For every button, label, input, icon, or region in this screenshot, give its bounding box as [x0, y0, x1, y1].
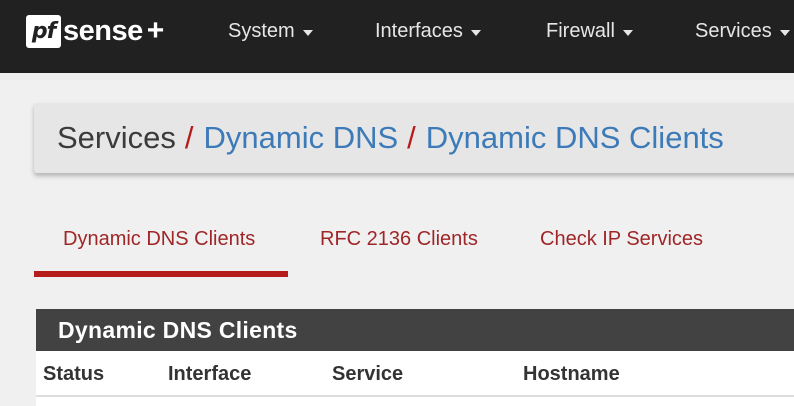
pfsense-logo[interactable]: pf sense +: [26, 12, 164, 50]
logo-text: sense: [63, 14, 143, 47]
nav-label: Firewall: [546, 20, 615, 42]
chevron-down-icon: [470, 29, 481, 36]
active-tab-indicator: [34, 271, 288, 277]
column-header-service[interactable]: Service: [332, 363, 403, 386]
tab-check-ip-services[interactable]: Check IP Services: [540, 228, 703, 251]
breadcrumb: Services / Dynamic DNS / Dynamic DNS Cli…: [34, 103, 794, 173]
tab-bar: Dynamic DNS Clients RFC 2136 Clients Che…: [34, 216, 794, 278]
column-header-hostname[interactable]: Hostname: [523, 363, 620, 386]
table-header-row: Status Interface Service Hostname: [36, 351, 794, 397]
nav-system-menu[interactable]: System: [228, 20, 313, 43]
breadcrumb-separator: /: [407, 120, 416, 155]
chevron-down-icon: [622, 29, 633, 36]
breadcrumb-link-dynamic-dns-clients[interactable]: Dynamic DNS Clients: [426, 120, 724, 156]
panel-title: Dynamic DNS Clients: [36, 309, 794, 351]
tab-rfc-2136-clients[interactable]: RFC 2136 Clients: [320, 228, 478, 251]
top-navbar: pf sense + System Interfaces Firewall Se…: [0, 0, 794, 73]
chevron-down-icon: [779, 29, 790, 36]
breadcrumb-link-dynamic-dns[interactable]: Dynamic DNS: [204, 120, 399, 156]
nav-label: Services: [695, 20, 772, 42]
chevron-down-icon: [302, 29, 313, 36]
nav-interfaces-menu[interactable]: Interfaces: [375, 20, 481, 43]
logo-plus: +: [146, 14, 165, 47]
clients-table: Status Interface Service Hostname: [36, 351, 794, 406]
nav-label: Interfaces: [375, 20, 463, 42]
column-header-status[interactable]: Status: [43, 363, 104, 386]
logo-mark: pf: [26, 14, 61, 48]
breadcrumb-separator: /: [184, 120, 194, 155]
tab-dynamic-dns-clients[interactable]: Dynamic DNS Clients: [63, 228, 255, 251]
column-header-interface[interactable]: Interface: [168, 363, 251, 386]
nav-services-menu[interactable]: Services: [695, 20, 790, 43]
breadcrumb-root: Services: [57, 120, 176, 155]
nav-firewall-menu[interactable]: Firewall: [546, 20, 633, 43]
nav-label: System: [228, 20, 295, 42]
